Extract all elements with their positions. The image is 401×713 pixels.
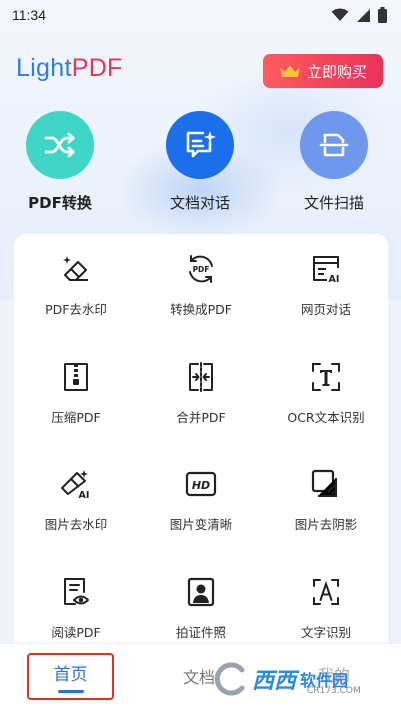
tool-label: 图片去阴影 [294,517,358,532]
feature-pdf-convert-label: PDF转换 [28,194,92,212]
merge-icon [184,360,218,394]
buy-now-label: 立即购买 [306,62,367,81]
tool-image-remove-watermark[interactable]: AI 图片去水印 [14,449,138,549]
tool-label: 拍证件照 [175,625,226,640]
watermark-url: CR173.COM [307,686,361,696]
signal-icon [357,8,370,22]
status-bar: 11:34 [0,0,401,30]
tool-label: 文字识别 [300,625,351,640]
chat-document-icon [186,131,216,158]
id-photo-icon [184,575,218,609]
nav-home-label: 首页 [53,665,88,685]
nav-home-indicator [57,690,84,693]
tool-id-photo[interactable]: 拍证件照 [139,557,263,657]
feature-file-scan-circle [300,111,368,179]
shadow-remove-icon [309,467,343,501]
logo-pdf-text: PDF [71,54,123,82]
tool-label: 阅读PDF [51,625,101,640]
tool-label: 合并PDF [176,410,226,425]
nav-docs-label: 文档 [183,668,216,687]
hd-icon: HD [184,467,218,501]
svg-text:PDF: PDF [193,265,210,274]
tool-label: 网页对话 [300,302,351,317]
zip-icon [59,360,93,394]
nav-home-tab[interactable]: 首页 [27,653,114,700]
tool-convert-to-pdf[interactable]: PDF 转换成PDF [139,234,263,334]
tool-pdf-remove-watermark[interactable]: PDF去水印 [14,234,138,334]
crown-icon [279,65,300,77]
scan-icon [319,133,349,157]
tool-web-chat[interactable]: AI 网页对话 [264,234,388,334]
battery-icon [378,7,387,23]
read-icon [59,575,93,609]
tool-label: OCR文本识别 [287,410,365,425]
tool-label: 图片变清晰 [169,517,233,532]
web-ai-icon: AI [309,252,343,286]
watermark-logo: 西西 软件园 CR173.COM [212,656,387,702]
tool-label: PDF去水印 [45,302,107,317]
nav-docs-tab[interactable]: 文档 [183,664,215,688]
eraser-icon [59,252,93,286]
image-ai-eraser-icon: AI [59,467,93,501]
shuffle-icon [44,132,75,158]
svg-text:HD: HD [192,479,210,492]
ocr-text-icon [309,360,343,394]
tool-read-pdf[interactable]: 阅读PDF [14,557,138,657]
tool-label: 转换成PDF [170,302,232,317]
tool-compress-pdf[interactable]: 压缩PDF [14,342,138,442]
watermark-text: 西西 [252,669,297,694]
tool-image-enhance[interactable]: HD 图片变清晰 [139,449,263,549]
status-icons [331,7,387,23]
wifi-icon [331,8,349,21]
tools-card: PDF去水印 PDF 转换成PDF AI 网页对话 压缩PDF 合并PDF OC… [14,234,388,654]
tool-ocr[interactable]: OCR文本识别 [264,342,388,442]
tool-label: 压缩PDF [51,410,101,425]
app-logo: LightPDF [16,54,123,83]
status-time: 11:34 [12,7,46,23]
svg-text:AI: AI [79,490,90,500]
feature-doc-chat-circle [166,111,234,179]
tool-text-recognition[interactable]: 文字识别 [264,557,388,657]
feature-pdf-convert[interactable]: PDF转换 [0,111,120,213]
tool-shadow-remove[interactable]: 图片去阴影 [264,449,388,549]
feature-doc-chat[interactable]: 文档对话 [140,111,260,213]
tool-merge-pdf[interactable]: 合并PDF [139,342,263,442]
feature-pdf-convert-circle [26,111,94,179]
watermark-c-icon [214,662,245,696]
feature-file-scan[interactable]: 文件扫描 [274,111,394,213]
pdf-convert-icon: PDF [184,252,218,286]
svg-text:AI: AI [329,274,340,284]
buy-now-button[interactable]: 立即购买 [263,54,383,88]
feature-file-scan-label: 文件扫描 [303,194,364,212]
tool-label: 图片去水印 [44,517,108,532]
feature-doc-chat-label: 文档对话 [169,194,230,212]
logo-light-text: Light [16,54,72,82]
text-recognize-icon [309,575,343,609]
